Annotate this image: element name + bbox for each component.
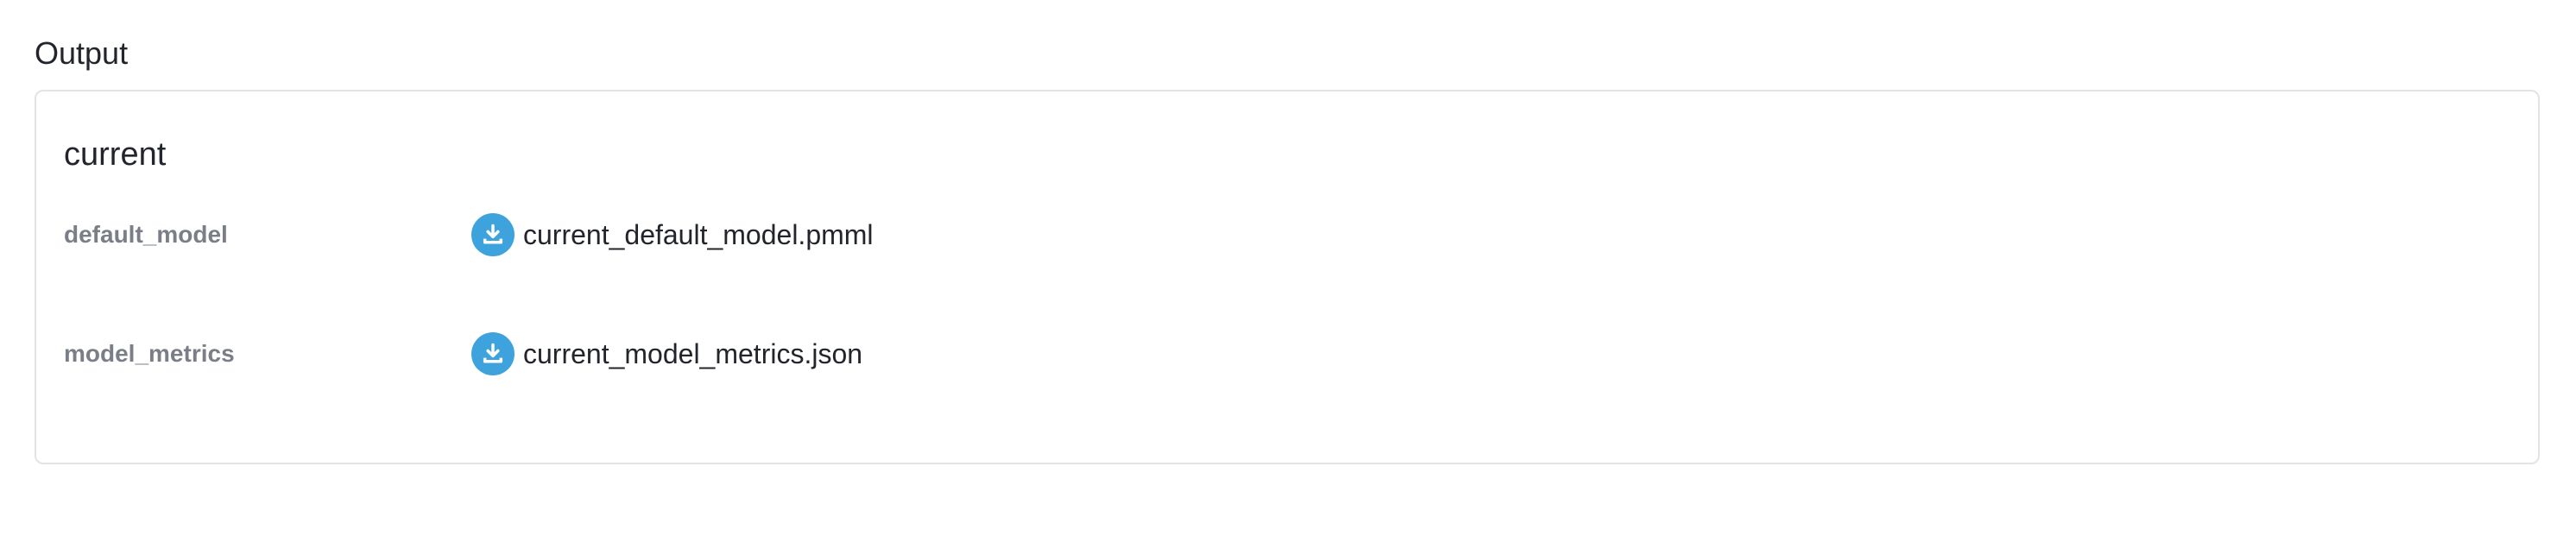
download-link-default-model[interactable]: current_default_model.pmml (471, 209, 874, 261)
output-card: current default_model current_default_mo… (35, 90, 2540, 464)
output-panel: Output current default_model current_def… (0, 0, 2576, 542)
file-name[interactable]: current_default_model.pmml (523, 216, 874, 254)
download-icon[interactable] (471, 213, 515, 256)
file-name[interactable]: current_model_metrics.json (523, 335, 862, 373)
group-title: current (64, 136, 167, 173)
download-icon[interactable] (471, 332, 515, 375)
output-row-model-metrics: model_metrics current_model_metrics.json (64, 328, 1790, 380)
row-key: default_model (64, 221, 228, 248)
row-key: model_metrics (64, 340, 235, 367)
download-link-model-metrics[interactable]: current_model_metrics.json (471, 328, 862, 380)
output-row-default-model: default_model current_default_model.pmml (64, 209, 1790, 261)
section-title: Output (35, 35, 129, 71)
